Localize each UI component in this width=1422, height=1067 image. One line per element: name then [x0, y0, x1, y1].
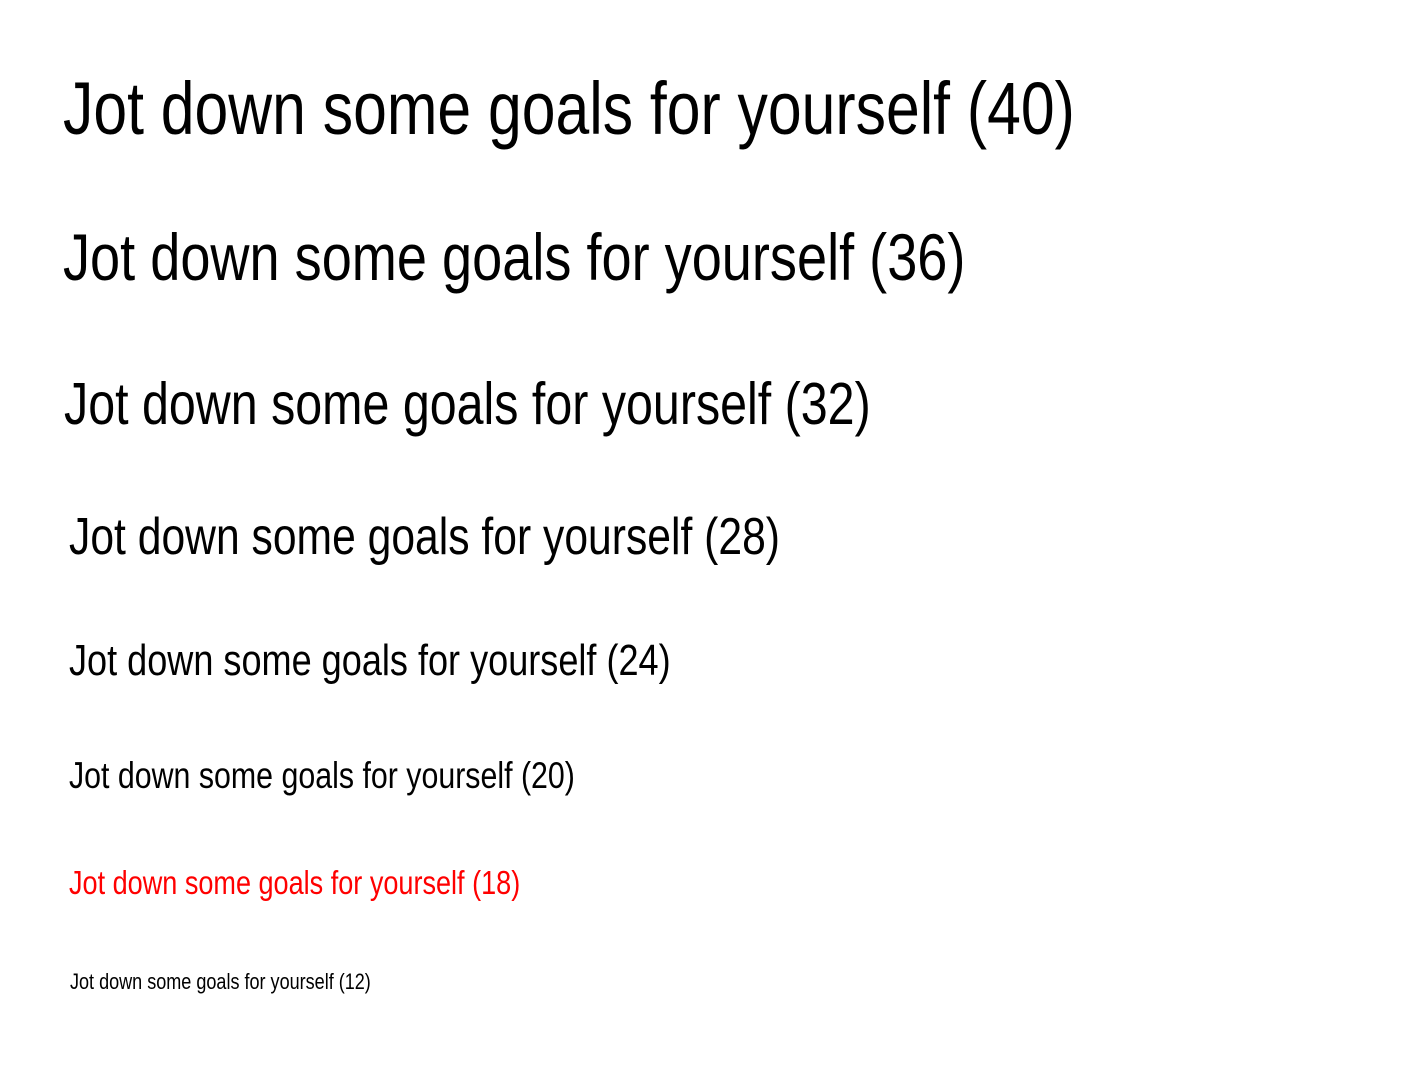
sample-line-36: Jot down some goals for yourself (36): [63, 220, 966, 294]
sample-line-18-highlighted: Jot down some goals for yourself (18): [69, 864, 521, 901]
sample-line-40: Jot down some goals for yourself (40): [63, 67, 1075, 150]
sample-line-28: Jot down some goals for yourself (28): [69, 508, 781, 566]
sample-line-12: Jot down some goals for yourself (12): [70, 969, 371, 994]
sample-line-32: Jot down some goals for yourself (32): [64, 371, 871, 437]
sample-line-24: Jot down some goals for yourself (24): [69, 636, 671, 685]
sample-line-20: Jot down some goals for yourself (20): [69, 755, 575, 796]
